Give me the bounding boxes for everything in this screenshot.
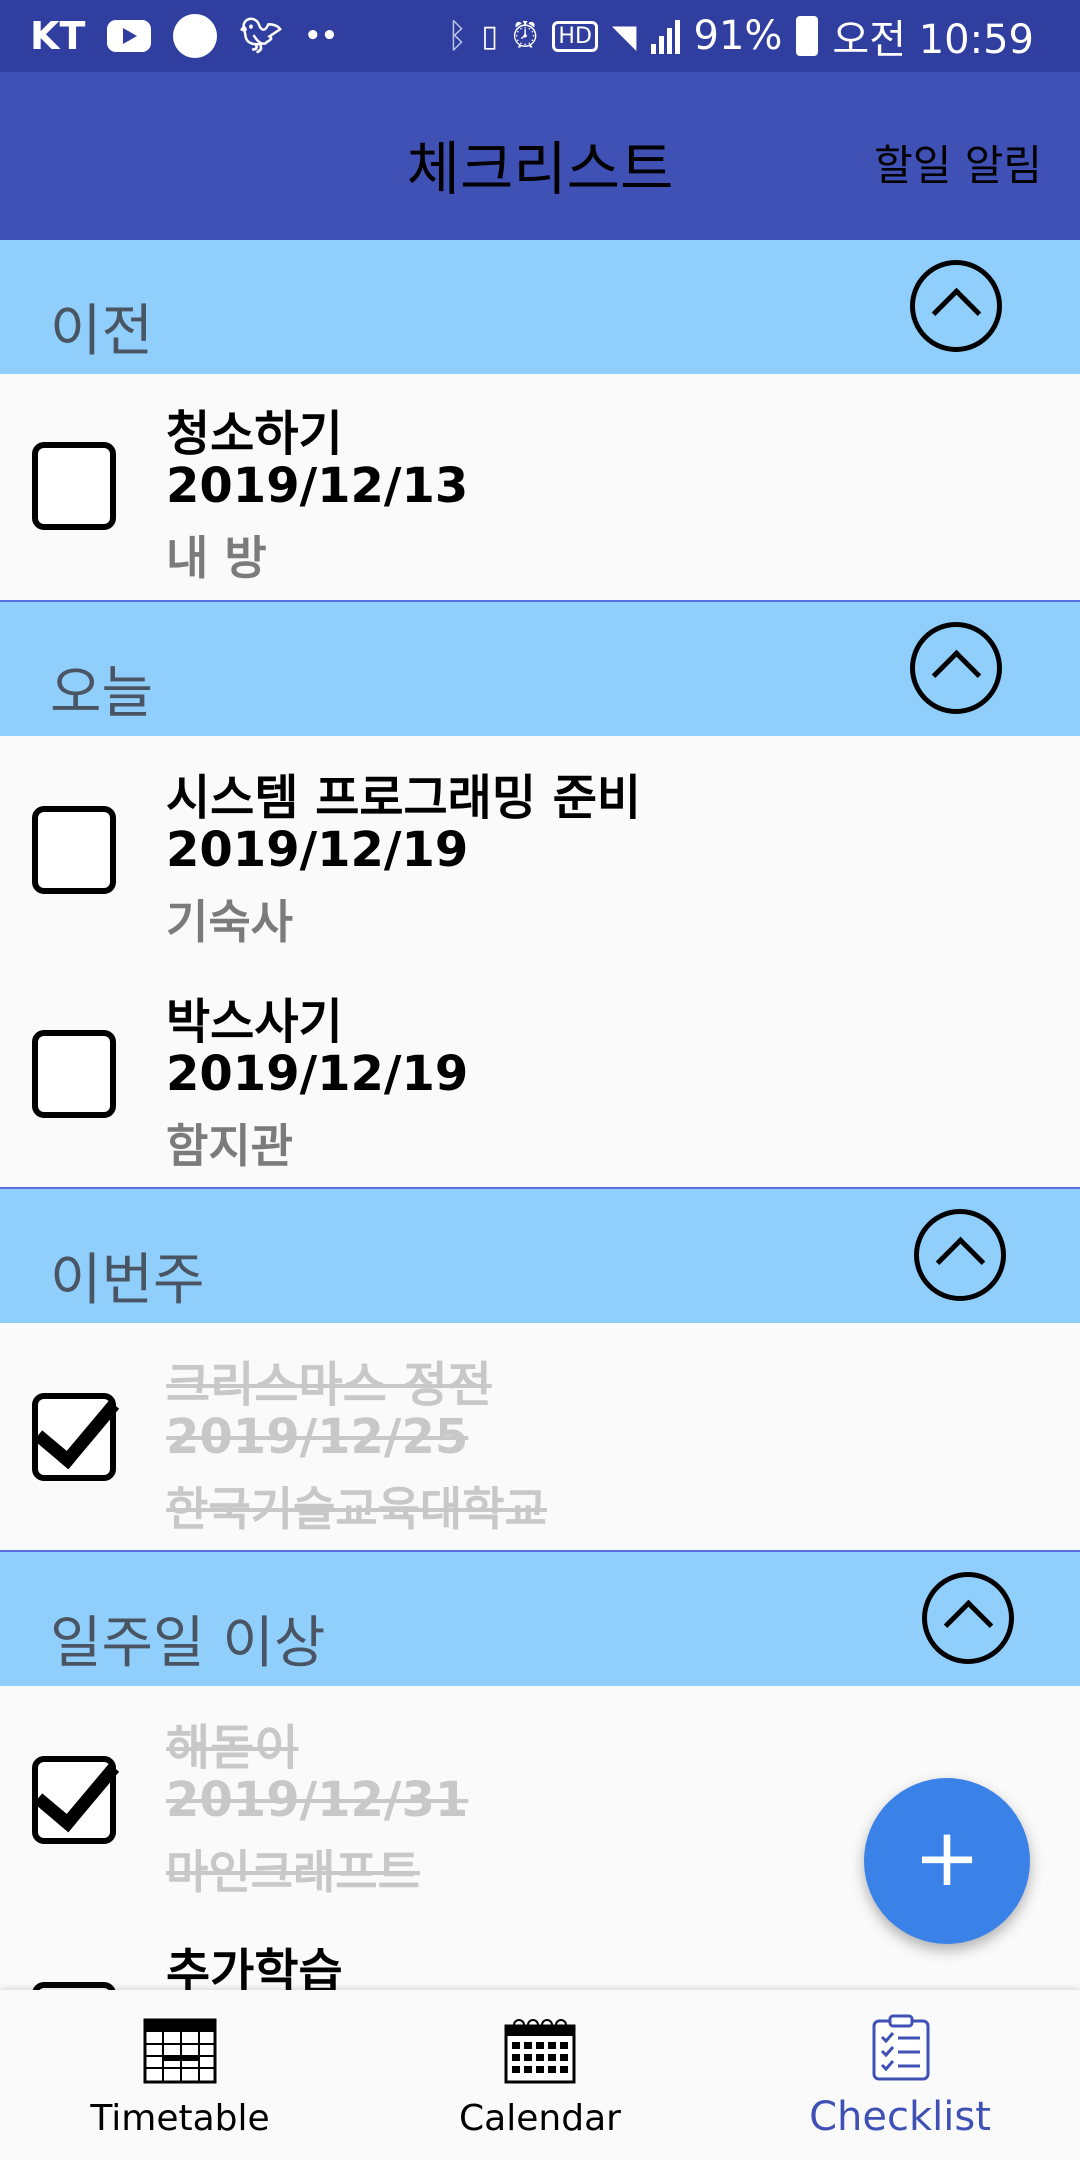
- nav-item-checklist[interactable]: Checklist: [720, 1990, 1080, 2160]
- wifi-icon: ◥: [611, 17, 637, 55]
- collapse-chevron-up-icon[interactable]: [914, 1209, 1006, 1301]
- youtube-icon: [107, 20, 152, 52]
- section-header-this-week[interactable]: 이번주: [0, 1189, 1080, 1323]
- more-notifications-icon: ••: [304, 21, 338, 51]
- calendar-icon: [504, 2019, 576, 2084]
- item-date: 2019/12/31: [166, 1772, 469, 1828]
- notification-dot-icon: [173, 14, 218, 58]
- section-header-over-a-week[interactable]: 일주일 이상: [0, 1552, 1080, 1686]
- item-checkbox[interactable]: [32, 442, 116, 530]
- collapse-chevron-up-icon[interactable]: [910, 260, 1002, 352]
- item-checkbox-checked[interactable]: [32, 1393, 116, 1481]
- section-label: 이전: [50, 299, 154, 364]
- bottom-navigation: Timetable Calendar Checklist: [0, 1990, 1080, 2160]
- battery-percent: 91%: [693, 13, 783, 59]
- item-title: 박스사기: [166, 994, 343, 1050]
- battery-icon: [796, 16, 819, 56]
- carrier-label: KT: [30, 14, 86, 58]
- status-right: ᛒ ▯ ⏰︎ HD ◥ 91% 오전 10:59: [447, 0, 1034, 72]
- twitter-icon: 🐦︎: [239, 16, 283, 56]
- todo-notification-button[interactable]: 할일 알림: [874, 132, 1042, 193]
- nav-label: Calendar: [459, 2098, 621, 2139]
- item-title: 크리스마스 정전: [166, 1357, 492, 1413]
- item-date: 2019/12/25: [166, 1409, 469, 1465]
- alarm-icon: ⏰︎: [511, 16, 539, 56]
- checklist-icon: [872, 2014, 930, 2081]
- clock: 오전 10:59: [832, 17, 1034, 63]
- list-item[interactable]: 박스사기 2019/12/19 함지관: [0, 962, 1080, 1173]
- item-title: 청소하기: [166, 406, 343, 462]
- item-date: 2019/12/19: [166, 822, 469, 878]
- signal-icon: [650, 18, 680, 54]
- vibrate-icon: ▯: [481, 18, 498, 54]
- hd-icon: HD: [552, 20, 598, 52]
- nav-label: Checklist: [809, 2094, 991, 2140]
- section-header-today[interactable]: 오늘: [0, 602, 1080, 736]
- item-checkbox[interactable]: [32, 806, 116, 894]
- app-bar: 체크리스트 할일 알림: [0, 72, 1080, 240]
- list-item[interactable]: 청소하기 2019/12/13 내 방: [0, 374, 1080, 585]
- status-left: KT 🐦︎ ••: [30, 0, 338, 72]
- item-place: 내 방: [166, 531, 267, 585]
- item-title: 시스템 프로그래밍 준비: [166, 770, 642, 826]
- item-date: 2019/12/19: [166, 1046, 469, 1102]
- status-bar: KT 🐦︎ •• ᛒ ▯ ⏰︎ HD ◥ 91% 오전 10:59: [0, 0, 1080, 72]
- item-checkbox[interactable]: [32, 1030, 116, 1118]
- item-place: 함지관: [166, 1119, 293, 1173]
- section-label: 이번주: [50, 1248, 205, 1313]
- list-item[interactable]: 크리스마스 정전 2019/12/25 한국기술교육대학교: [0, 1323, 1080, 1536]
- item-place: 마인크래프트: [166, 1845, 420, 1899]
- nav-label: Timetable: [90, 2098, 270, 2139]
- item-checkbox-checked[interactable]: [32, 1756, 116, 1844]
- list-item[interactable]: 시스템 프로그래밍 준비 2019/12/19 기숙사: [0, 736, 1080, 949]
- collapse-chevron-up-icon[interactable]: [922, 1572, 1014, 1664]
- add-task-button[interactable]: +: [864, 1778, 1030, 1944]
- item-place: 한국기술교육대학교: [166, 1482, 547, 1536]
- collapse-chevron-up-icon[interactable]: [910, 622, 1002, 714]
- nav-item-timetable[interactable]: Timetable: [0, 1990, 360, 2160]
- item-place: 기숙사: [166, 895, 293, 949]
- item-date: 2019/12/13: [166, 458, 469, 514]
- section-label: 일주일 이상: [50, 1611, 326, 1676]
- bluetooth-icon: ᛒ: [446, 16, 468, 56]
- nav-item-calendar[interactable]: Calendar: [360, 1990, 720, 2160]
- item-title: 해돋이: [166, 1720, 299, 1776]
- timetable-icon: [143, 2018, 217, 2084]
- section-label: 오늘: [50, 661, 154, 726]
- section-header-previous[interactable]: 이전: [0, 240, 1080, 374]
